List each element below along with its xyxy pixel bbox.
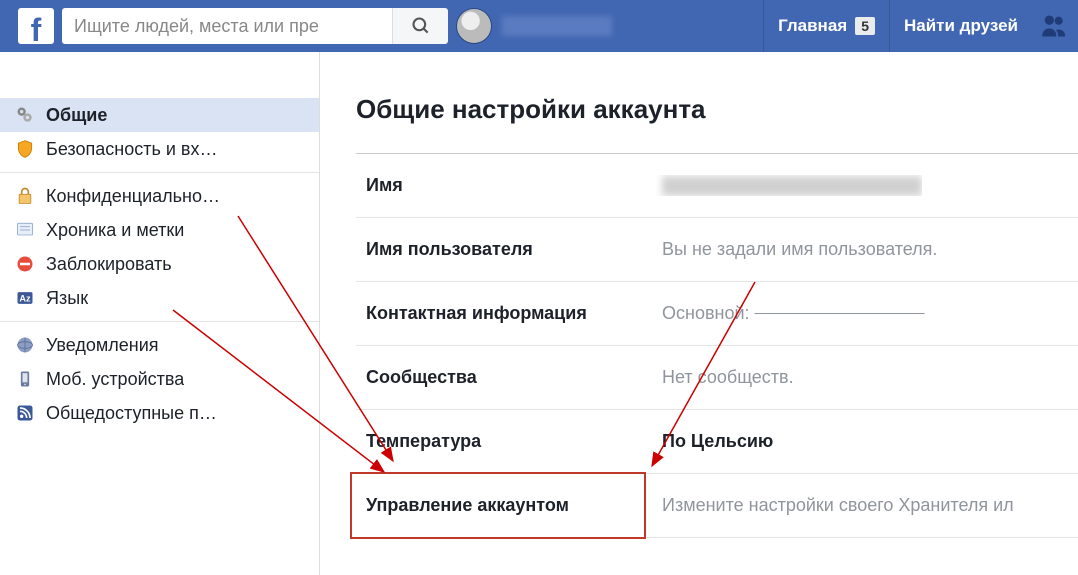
search-bar: [62, 8, 448, 44]
temperature-value: По Цельсию: [662, 431, 773, 451]
gear-icon: [14, 104, 36, 126]
sidebar-item-general[interactable]: Общие: [0, 98, 319, 132]
block-icon: [14, 253, 36, 275]
friend-requests-icon[interactable]: [1040, 12, 1068, 40]
sidebar-group-1: Общие Безопасность и вх…: [0, 92, 319, 173]
row-label: Имя пользователя: [356, 239, 656, 260]
sidebar-item-label: Общедоступные п…: [46, 403, 217, 424]
row-networks[interactable]: Сообщества Нет сообществ.: [356, 346, 1078, 410]
profile-avatar[interactable]: [456, 8, 492, 44]
sidebar-item-notifications[interactable]: Уведомления: [0, 328, 319, 362]
row-contact[interactable]: Контактная информация Основной:: [356, 282, 1078, 346]
row-value: По Цельсию: [656, 431, 773, 452]
sidebar-item-label: Общие: [46, 105, 107, 126]
sidebar-group-2: Конфиденциально… Хроника и метки Заблоки…: [0, 173, 319, 322]
sidebar-item-timeline[interactable]: Хроника и метки: [0, 213, 319, 247]
sidebar-item-security[interactable]: Безопасность и вх…: [0, 132, 319, 166]
row-label: Имя: [356, 175, 656, 196]
rss-icon: [14, 402, 36, 424]
lock-icon: [14, 185, 36, 207]
globe-icon: [14, 334, 36, 356]
sidebar-item-label: Хроника и метки: [46, 220, 184, 241]
contact-prefix: Основной:: [662, 303, 755, 323]
search-input[interactable]: [62, 8, 392, 44]
sidebar-item-label: Заблокировать: [46, 254, 172, 275]
row-label: Сообщества: [356, 367, 656, 388]
sidebar-group-3: Уведомления Моб. устройства Общедоступны…: [0, 322, 319, 436]
nav-home-label: Главная: [778, 16, 847, 36]
sidebar-item-label: Уведомления: [46, 335, 159, 356]
page-title: Общие настройки аккаунта: [356, 94, 1078, 153]
top-nav: f Главная 5 Найти друзей: [0, 0, 1078, 52]
row-name[interactable]: Имя: [356, 154, 1078, 218]
sidebar-item-label: Безопасность и вх…: [46, 139, 217, 160]
svg-text:Az: Az: [19, 293, 31, 303]
row-manage-account[interactable]: Управление аккаунтом Измените настройки …: [356, 474, 1078, 538]
nav-home-badge: 5: [855, 17, 875, 35]
settings-table: Имя Имя пользователя Вы не задали имя по…: [356, 153, 1078, 538]
language-icon: Az: [14, 287, 36, 309]
shield-icon: [14, 138, 36, 160]
search-button[interactable]: [392, 8, 448, 44]
nav-find-friends[interactable]: Найти друзей: [889, 0, 1032, 52]
row-username[interactable]: Имя пользователя Вы не задали имя пользо…: [356, 218, 1078, 282]
sidebar-item-publicposts[interactable]: Общедоступные п…: [0, 396, 319, 430]
sidebar-item-mobile[interactable]: Моб. устройства: [0, 362, 319, 396]
row-value: [656, 175, 922, 196]
sidebar-item-blocking[interactable]: Заблокировать: [0, 247, 319, 281]
row-label: Управление аккаунтом: [356, 495, 656, 516]
row-label: Контактная информация: [356, 303, 656, 324]
row-value: Измените настройки своего Хранителя ил: [656, 495, 1014, 516]
row-temperature[interactable]: Температура По Цельсию: [356, 410, 1078, 474]
settings-main: Общие настройки аккаунта Имя Имя пользов…: [320, 52, 1078, 575]
nav-find-friends-label: Найти друзей: [904, 16, 1018, 36]
sidebar-item-label: Моб. устройства: [46, 369, 184, 390]
mobile-icon: [14, 368, 36, 390]
timeline-icon: [14, 219, 36, 241]
row-value: Основной:: [656, 303, 925, 324]
row-label: Температура: [356, 431, 656, 452]
sidebar-item-label: Конфиденциально…: [46, 186, 220, 207]
row-value: Вы не задали имя пользователя.: [656, 239, 937, 260]
row-value: Нет сообществ.: [656, 367, 794, 388]
nav-home[interactable]: Главная 5: [763, 0, 889, 52]
search-icon: [411, 16, 431, 36]
sidebar-item-privacy[interactable]: Конфиденциально…: [0, 179, 319, 213]
contact-email-redacted: [755, 303, 925, 323]
profile-name[interactable]: [502, 16, 612, 36]
facebook-logo[interactable]: f: [18, 8, 54, 44]
sidebar-item-label: Язык: [46, 288, 88, 309]
settings-sidebar: Общие Безопасность и вх… Конфиденциально…: [0, 52, 320, 575]
sidebar-item-language[interactable]: Az Язык: [0, 281, 319, 315]
